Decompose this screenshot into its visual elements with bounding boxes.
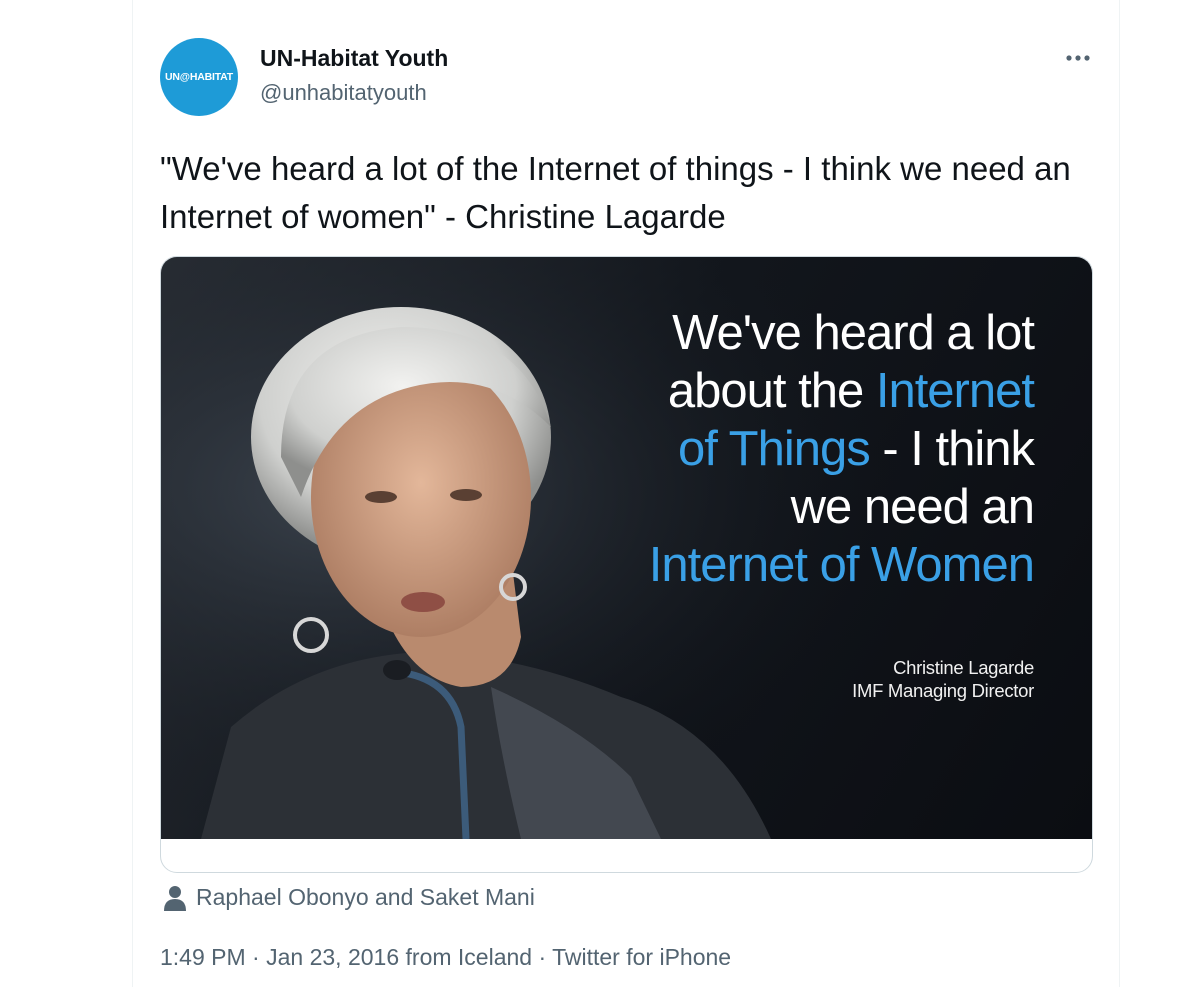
display-name[interactable]: UN-Habitat Youth [260,45,448,72]
tweet-metadata: 1:49 PM · Jan 23, 2016 from Iceland · Tw… [160,944,731,971]
tweet-text: "We've heard a lot of the Internet of th… [160,150,1071,235]
tweet-source[interactable]: Twitter for iPhone [552,944,731,970]
quote-highlight: Internet of Women [648,538,1035,592]
more-horizontal-icon [1066,55,1090,61]
quote-line-4: we need an [790,479,1035,535]
attribution-name: Christine Lagarde [893,657,1034,678]
avatar-logo-text: UN@HABITAT [165,71,233,83]
quote-line-5: Internet of Women [648,537,1035,593]
quote-text: we need an [790,480,1035,534]
quote-highlight: Internet [875,364,1035,418]
separator: · [532,944,553,970]
tweet-media[interactable]: We've heard a lot about the Internet of … [160,256,1093,873]
quote-text: about the [667,364,876,418]
tagged-users-text[interactable]: Raphael Obonyo and Saket Mani [196,884,535,911]
attribution-title: IMF Managing Director [852,680,1034,701]
tagged-users[interactable]: Raphael Obonyo and Saket Mani [164,884,535,911]
separator: · [245,944,267,970]
quote-line-1: We've heard a lot [672,305,1035,361]
more-options-button[interactable] [1062,46,1094,70]
user-handle[interactable]: @unhabitatyouth [260,80,427,106]
tweet-location: from Iceland [399,944,533,970]
quote-line-3: of Things - I think [678,421,1035,477]
tweet-time[interactable]: 1:49 PM [160,944,246,970]
quote-text: We've heard a lot [672,306,1035,360]
quote-photo[interactable]: We've heard a lot about the Internet of … [161,257,1092,839]
person-icon [164,885,186,911]
tweet-date[interactable]: Jan 23, 2016 [266,944,399,970]
quote-line-2: about the Internet [667,363,1035,419]
avatar[interactable]: UN@HABITAT [160,38,238,116]
quote-text: - I think [869,422,1035,476]
quote-highlight: of Things [678,422,871,476]
